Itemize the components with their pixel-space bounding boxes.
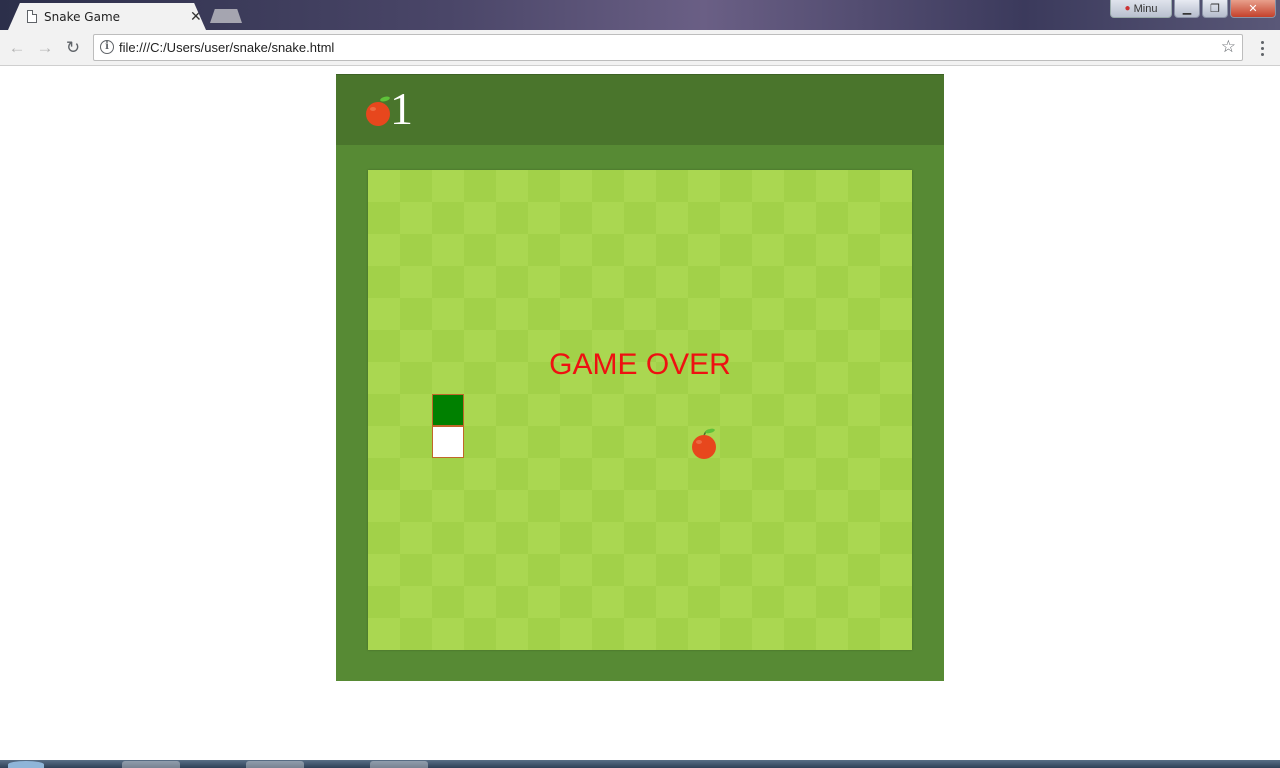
document-icon [27,10,37,23]
taskbar-item[interactable] [246,761,304,768]
tab-title: Snake Game [44,10,121,24]
minimize-button[interactable]: ▁ [1174,0,1200,18]
game-over-text: GAME OVER [549,348,731,381]
minimize-icon: ▁ [1182,3,1192,15]
back-button[interactable]: ← [6,37,28,59]
tab-close-icon[interactable]: ✕ [190,8,202,25]
tab-snake-game[interactable]: Snake Game ✕ [8,3,206,30]
forward-button[interactable]: → [34,37,56,59]
reload-button[interactable]: ↻ [62,37,84,59]
bookmark-star-icon[interactable]: ☆ [1221,37,1236,57]
score-value: 1 [390,83,413,134]
taskbar-item[interactable] [370,761,428,768]
browser-toolbar: ← → ↻ i file:///C:/Users/user/snake/snak… [0,30,1280,66]
snake-head [432,394,464,426]
arrow-right-icon: → [36,38,54,57]
game-board[interactable]: GAME OVER [368,170,912,650]
apple-food-icon [692,428,716,459]
address-bar[interactable]: i file:///C:/Users/user/snake/snake.html… [93,34,1243,61]
restore-button[interactable]: ❐ [1202,0,1228,18]
start-button[interactable] [8,761,44,768]
profile-icon: ● [1124,3,1131,14]
window-titlebar: Snake Game ✕ ● Minu ▁ ❐ ✕ [0,0,1280,30]
arrow-left-icon: ← [8,38,26,57]
taskbar-item[interactable] [122,761,180,768]
restore-icon: ❐ [1210,3,1220,15]
new-tab-button[interactable] [210,9,242,23]
reload-icon: ↻ [65,38,81,57]
profile-button[interactable]: ● Minu [1110,0,1172,18]
snake-body [432,426,464,458]
info-icon[interactable]: i [100,40,114,54]
window-controls: ● Minu ▁ ❐ ✕ [1110,0,1276,20]
browser-menu-icon[interactable] [1254,38,1270,58]
game-header: 1 [336,74,944,145]
taskbar [0,760,1280,768]
url-text[interactable]: file:///C:/Users/user/snake/snake.html [119,40,334,55]
close-window-button[interactable]: ✕ [1230,0,1276,18]
snake-game: 1 GAME OVER [336,74,944,681]
close-icon: ✕ [1248,3,1258,15]
profile-label: Minu [1133,2,1158,15]
